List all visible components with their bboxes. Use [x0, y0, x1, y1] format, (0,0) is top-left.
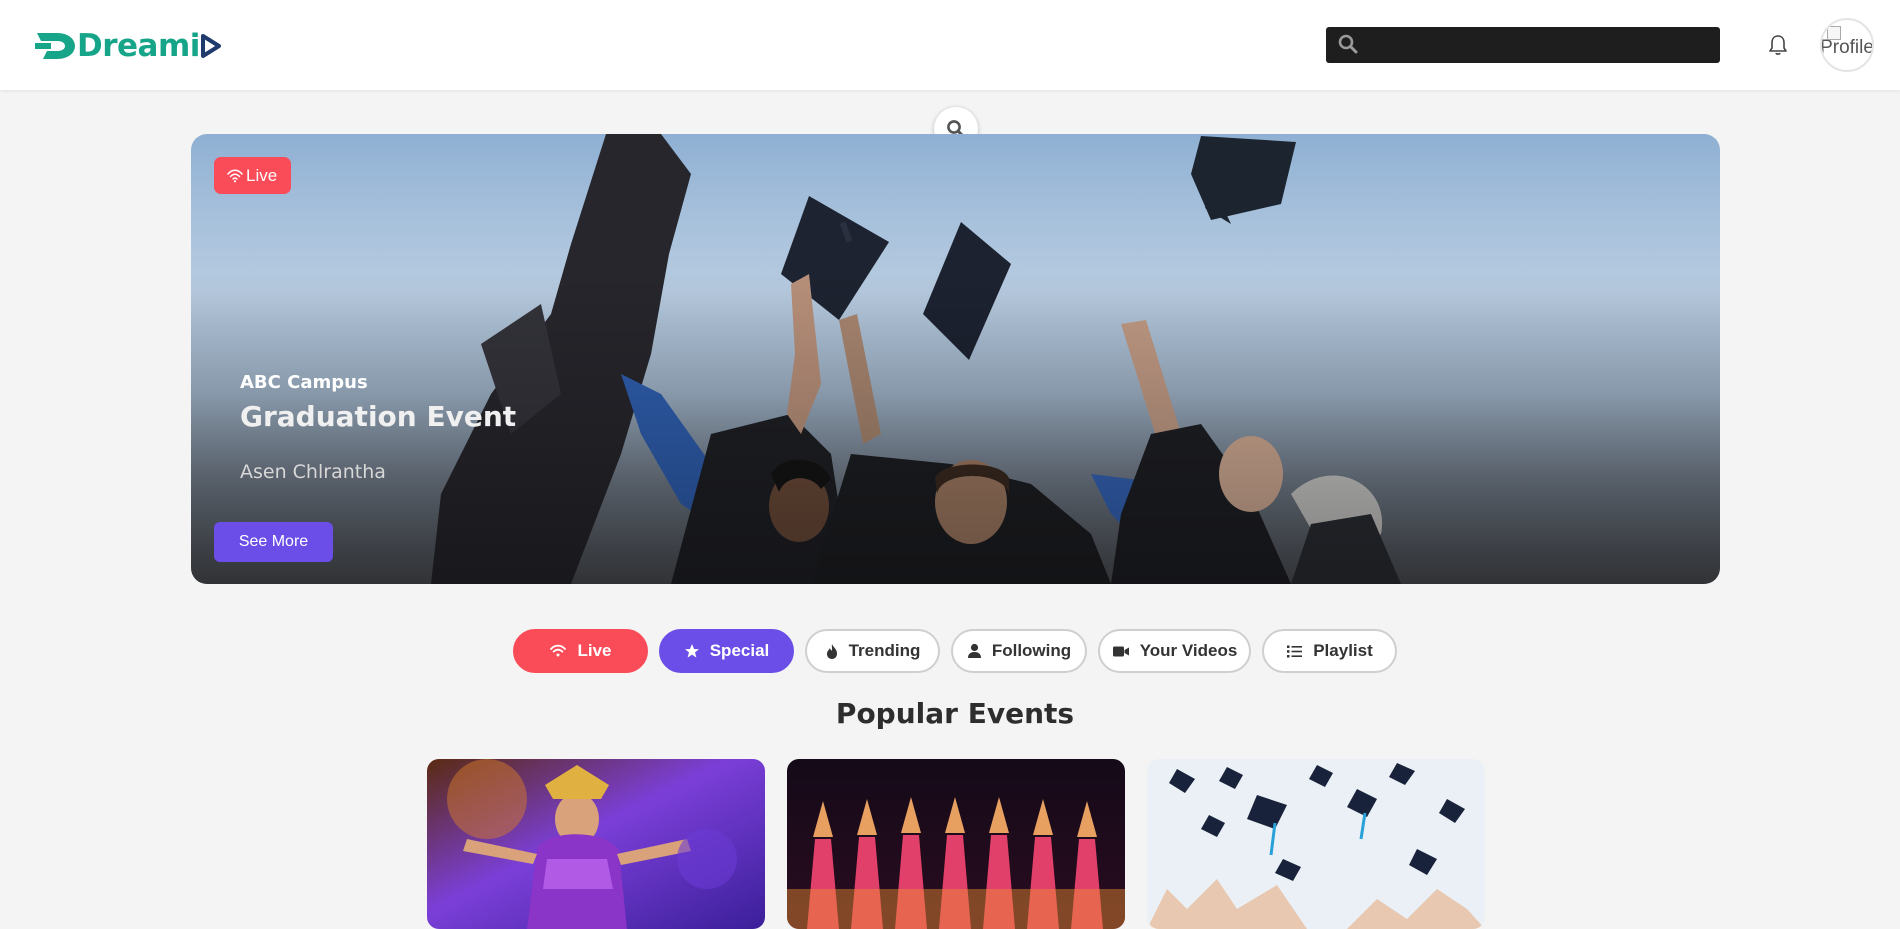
- tab-live[interactable]: Live: [513, 629, 648, 673]
- tab-your-videos[interactable]: Your Videos: [1098, 629, 1251, 673]
- tab-playlist-label: Playlist: [1313, 641, 1373, 660]
- hero-title: Graduation Event: [240, 400, 517, 433]
- hero-subtitle: ABC Campus: [240, 372, 368, 393]
- hero-overlay: [191, 134, 1720, 584]
- tab-trending-label: Trending: [848, 641, 921, 660]
- hero-author: Asen Chlrantha: [240, 461, 386, 483]
- event-card[interactable]: [1147, 759, 1485, 929]
- logo-play-icon: [200, 34, 221, 58]
- tab-your-videos-label: Your Videos: [1139, 641, 1238, 660]
- avatar-alt-text: Profile: [1820, 37, 1874, 58]
- tab-live-label: Live: [577, 641, 612, 660]
- logo-text: Dreami: [77, 28, 200, 64]
- wifi-icon: [550, 644, 567, 657]
- search-bar[interactable]: [1326, 27, 1720, 63]
- star-icon: [684, 644, 699, 658]
- list-icon: [1287, 645, 1303, 657]
- event-card[interactable]: [427, 759, 765, 929]
- tab-playlist[interactable]: Playlist: [1262, 629, 1397, 673]
- user-icon: [967, 643, 981, 658]
- top-navbar: Dreami Profile: [0, 0, 1900, 90]
- tab-special[interactable]: Special: [659, 629, 794, 673]
- section-title: Popular Events: [835, 697, 1075, 730]
- live-badge: Live: [214, 157, 292, 194]
- broken-image-icon: [1827, 26, 1841, 40]
- fire-icon: [826, 643, 837, 659]
- logo-d-icon: [35, 33, 75, 59]
- hero-banner[interactable]: Live ABC Campus Graduation Event Asen Ch…: [191, 134, 1720, 584]
- tab-special-label: Special: [709, 641, 770, 660]
- tab-following-label: Following: [991, 641, 1072, 660]
- video-icon: [1112, 646, 1129, 656]
- event-card[interactable]: [787, 759, 1125, 929]
- search-input[interactable]: [1366, 27, 1716, 63]
- live-badge-label: Live: [246, 165, 278, 185]
- event-card-image: [1147, 759, 1485, 929]
- event-card-image: [427, 759, 765, 929]
- tab-trending[interactable]: Trending: [805, 629, 940, 673]
- see-more-button[interactable]: See More: [214, 522, 333, 562]
- bell-icon[interactable]: [1766, 33, 1790, 57]
- wifi-icon: [227, 169, 243, 182]
- profile-avatar[interactable]: Profile: [1820, 18, 1874, 72]
- tab-following[interactable]: Following: [951, 629, 1087, 673]
- event-card-image: [787, 759, 1125, 929]
- search-icon: [1338, 34, 1358, 54]
- brand-logo[interactable]: Dreami: [35, 26, 222, 66]
